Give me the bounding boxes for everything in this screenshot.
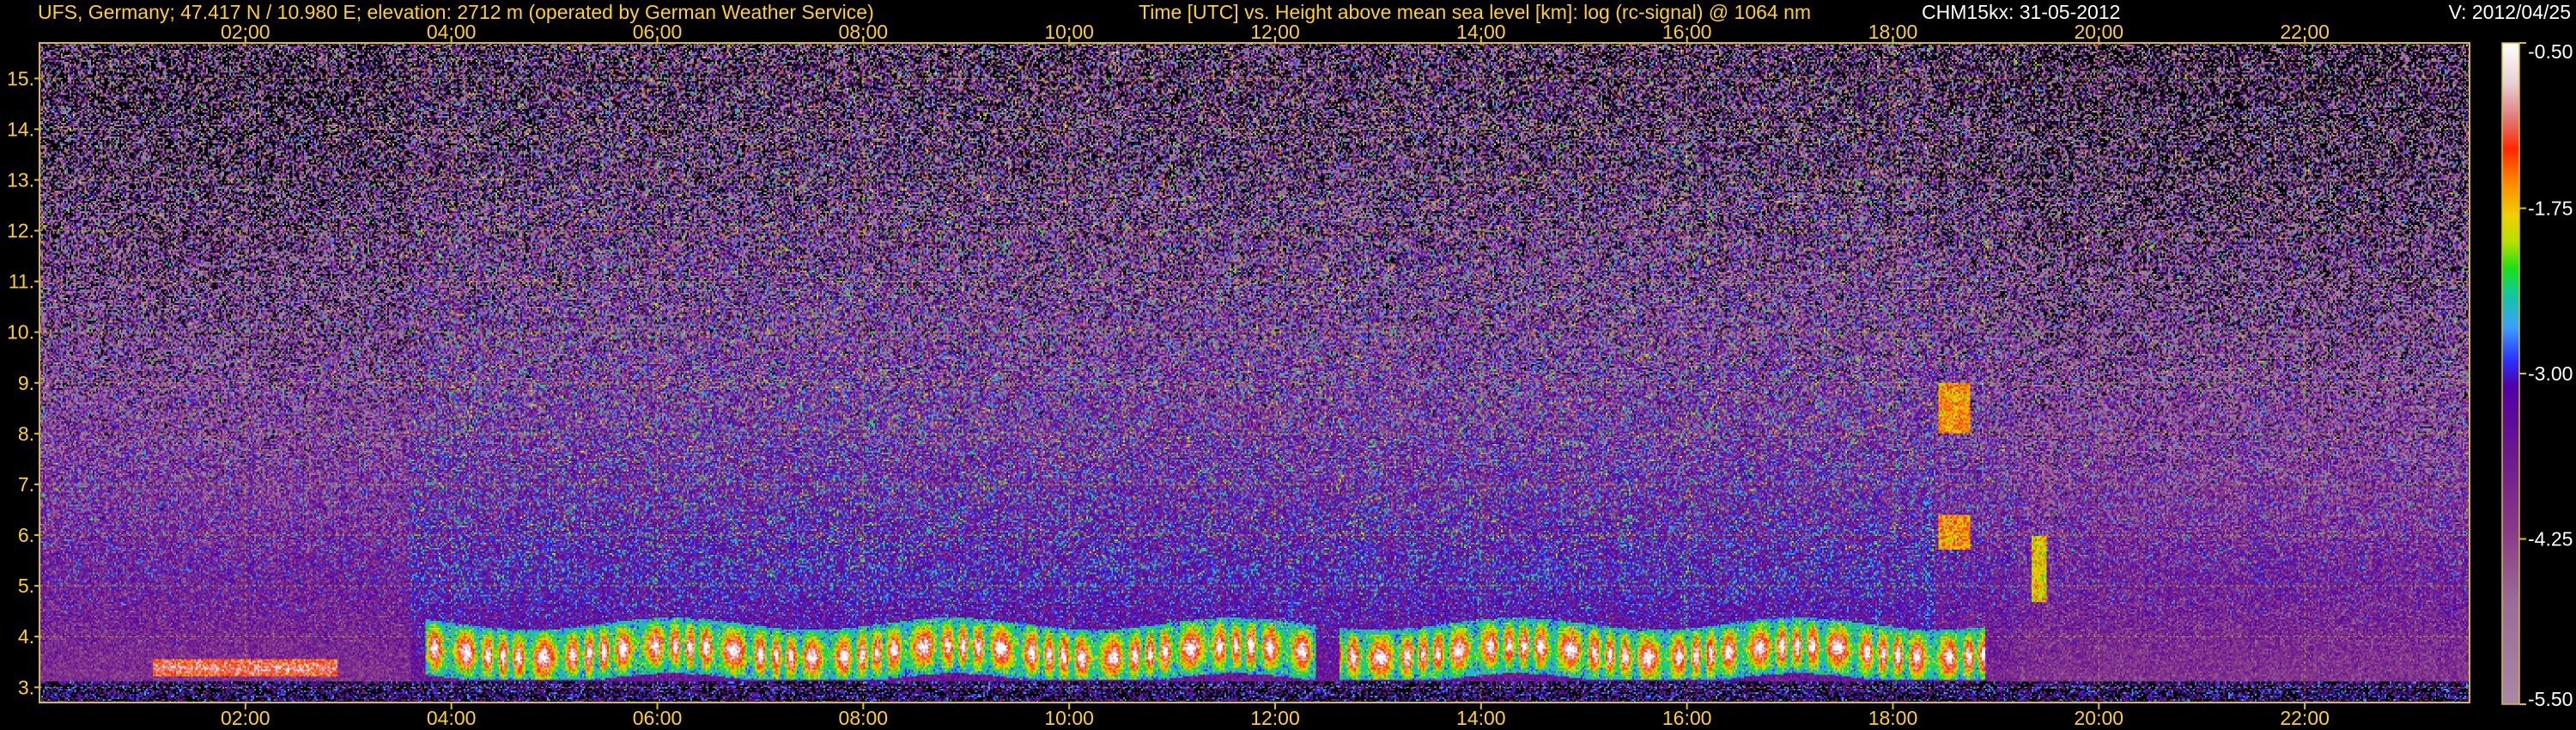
ceilometer-figure: UFS, Germany; 47.417 N / 10.980 E; eleva… <box>0 0 2576 730</box>
x-tick-label-top: 02:00 <box>221 21 270 43</box>
y-tick-label: 12. <box>7 220 34 242</box>
colorbar-tick-label: -5.50 <box>2528 688 2573 710</box>
x-tick-label-bottom: 02:00 <box>221 707 270 729</box>
x-ticks-bottom: 02:00 04:00 06:00 08:00 10:00 12:00 14:00 16:00… <box>221 703 2330 729</box>
y-tick-label: 10. <box>7 321 34 344</box>
x-tick-label-bottom: 04:00 <box>427 707 477 729</box>
x-tick-label-bottom: 10:00 <box>1044 707 1094 729</box>
y-tick-label: 5. <box>18 575 34 597</box>
colorbar-ticks: -0.50 -1.75 -3.00 -4.25 -5.50 <box>2519 40 2573 710</box>
y-tick-label: 4. <box>18 625 34 648</box>
x-tick-label-top: 04:00 <box>427 21 477 43</box>
plot-frame <box>39 42 2470 703</box>
chart-overlay: 02:00 04:00 06:00 08:00 10:00 12:00 14:00 16:00… <box>7 21 2573 729</box>
x-tick-label-bottom: 18:00 <box>1868 707 1918 729</box>
y-tick-label: 6. <box>18 524 34 546</box>
y-tick-label: 9. <box>18 372 34 394</box>
x-tick-label-bottom: 12:00 <box>1250 707 1300 729</box>
x-ticks-top: 02:00 04:00 06:00 08:00 10:00 12:00 14:00 16:00… <box>221 21 2330 43</box>
x-tick-label-bottom: 14:00 <box>1456 707 1506 729</box>
x-tick-label-bottom: 16:00 <box>1662 707 1712 729</box>
y-tick-label: 15. <box>7 67 34 89</box>
x-tick-label-bottom: 06:00 <box>633 707 683 729</box>
y-tick-label: 7. <box>18 473 34 496</box>
x-tick-label-top: 22:00 <box>2280 21 2330 43</box>
x-tick-label-top: 08:00 <box>839 21 889 43</box>
y-tick-label: 8. <box>18 423 34 445</box>
y-tick-label: 13. <box>7 169 34 192</box>
x-tick-label-top: 18:00 <box>1868 21 1918 43</box>
y-tick-label: 3. <box>18 676 34 698</box>
y-ticks: 3. 4. 5. 6. 7. 8. 9. 10. 11. 12. 13. 14. 15. <box>7 67 39 698</box>
colorbar-tick-label: -0.50 <box>2528 40 2573 63</box>
x-tick-label-bottom: 08:00 <box>839 707 889 729</box>
x-tick-label-top: 16:00 <box>1662 21 1712 43</box>
grid-lines <box>39 43 2470 703</box>
x-tick-label-bottom: 22:00 <box>2280 707 2330 729</box>
x-tick-label-top: 14:00 <box>1456 21 1506 43</box>
x-tick-label-top: 10:00 <box>1044 21 1094 43</box>
colorbar-tick-label: -3.00 <box>2528 362 2573 385</box>
x-tick-label-top: 20:00 <box>2075 21 2124 43</box>
x-tick-label-top: 12:00 <box>1250 21 1300 43</box>
colorbar-tick-label: -1.75 <box>2528 198 2573 220</box>
x-tick-label-top: 06:00 <box>633 21 683 43</box>
colorbar-frame <box>2501 42 2520 705</box>
y-tick-label: 11. <box>9 271 34 293</box>
y-tick-label: 14. <box>7 118 34 140</box>
colorbar-tick-label: -4.25 <box>2528 528 2573 551</box>
x-tick-label-bottom: 20:00 <box>2075 707 2124 729</box>
